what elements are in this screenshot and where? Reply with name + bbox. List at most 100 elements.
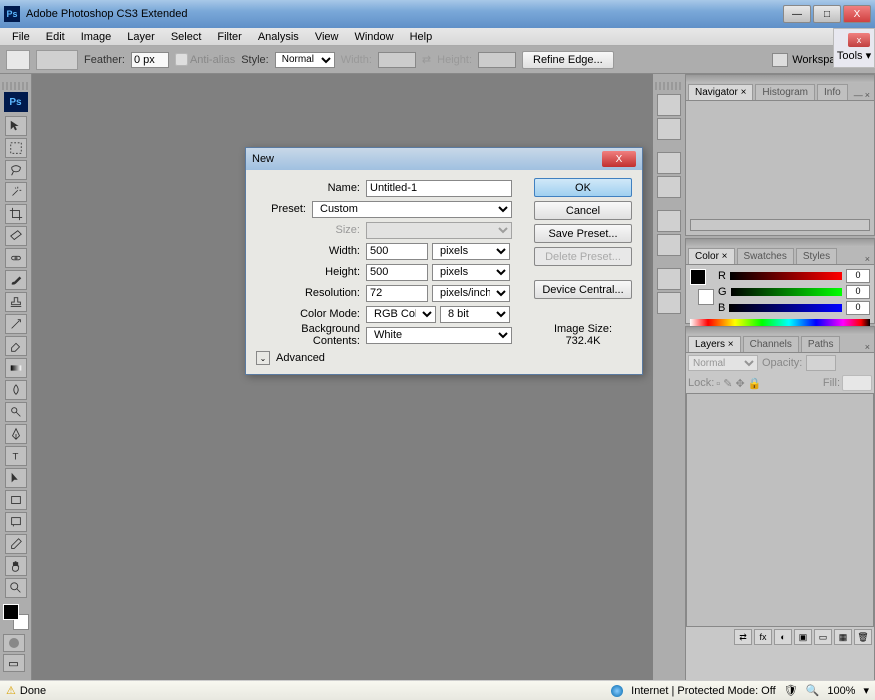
link-layers-icon[interactable]: ⇄ — [734, 629, 752, 645]
healing-tool[interactable] — [5, 248, 27, 268]
move-tool[interactable] — [5, 116, 27, 136]
fill-input[interactable] — [842, 375, 872, 391]
stamp-tool[interactable] — [5, 292, 27, 312]
r-slider[interactable] — [730, 272, 842, 280]
advanced-toggle[interactable]: ⌄ Advanced — [256, 351, 526, 365]
selection-mode-buttons[interactable] — [36, 50, 78, 70]
dock-icon-1[interactable] — [657, 94, 681, 116]
maximize-button[interactable]: □ — [813, 5, 841, 23]
zoom-tool[interactable] — [5, 578, 27, 598]
dock-grip[interactable] — [655, 82, 683, 90]
panel-grip[interactable] — [686, 239, 874, 247]
fx-icon[interactable]: fx — [754, 629, 772, 645]
panel-minimize-icon[interactable]: — — [854, 90, 863, 100]
blur-tool[interactable] — [5, 380, 27, 400]
foreground-color[interactable] — [3, 604, 19, 620]
marquee-tool[interactable] — [5, 138, 27, 158]
tab-styles[interactable]: Styles — [796, 248, 837, 264]
browser-tools-dropdown[interactable]: x Tools ▾ — [833, 28, 875, 68]
menu-image[interactable]: Image — [73, 30, 120, 44]
dock-icon-3[interactable] — [657, 152, 681, 174]
close-button[interactable]: X — [843, 5, 871, 23]
panel-close-icon[interactable]: × — [865, 254, 870, 264]
shape-tool[interactable] — [5, 490, 27, 510]
color-panel-swatches[interactable] — [690, 269, 714, 305]
tab-navigator[interactable]: Navigator × — [688, 84, 753, 100]
tab-histogram[interactable]: Histogram — [755, 84, 815, 100]
color-mode-select[interactable]: RGB Color — [366, 306, 436, 323]
height-unit-select[interactable]: pixels — [432, 264, 510, 281]
zoom-icon[interactable]: 🔍 — [806, 684, 820, 697]
feather-input[interactable] — [131, 52, 169, 68]
group-icon[interactable]: ▭ — [814, 629, 832, 645]
resolution-input[interactable] — [366, 285, 428, 302]
dialog-close-button[interactable]: X — [602, 151, 636, 167]
zoom-slider[interactable] — [690, 219, 870, 231]
new-layer-icon[interactable]: ▦ — [834, 629, 852, 645]
save-preset-button[interactable]: Save Preset... — [534, 224, 632, 243]
antialias-checkbox[interactable]: Anti-alias — [175, 53, 235, 66]
trash-icon[interactable]: 🗑 — [854, 629, 872, 645]
tab-swatches[interactable]: Swatches — [737, 248, 794, 264]
tab-channels[interactable]: Channels — [743, 336, 799, 352]
tab-paths[interactable]: Paths — [801, 336, 841, 352]
bit-depth-select[interactable]: 8 bit — [440, 306, 510, 323]
bg-contents-select[interactable]: White — [366, 327, 512, 344]
pen-tool[interactable] — [5, 424, 27, 444]
opacity-input[interactable] — [806, 355, 836, 371]
height-input[interactable] — [366, 264, 428, 281]
path-select-tool[interactable] — [5, 468, 27, 488]
browser-close-icon[interactable]: x — [848, 33, 870, 47]
eyedropper-tool[interactable] — [5, 534, 27, 554]
width-unit-select[interactable]: pixels — [432, 243, 510, 260]
ok-button[interactable]: OK — [534, 178, 632, 197]
tab-info[interactable]: Info — [817, 84, 848, 100]
dialog-titlebar[interactable]: New X — [246, 148, 642, 170]
screen-mode-button[interactable]: ▭ — [3, 654, 25, 672]
name-input[interactable] — [366, 180, 512, 197]
menu-view[interactable]: View — [307, 30, 347, 44]
toolbox-grip[interactable] — [2, 82, 30, 90]
dock-icon-6[interactable] — [657, 234, 681, 256]
gradient-tool[interactable] — [5, 358, 27, 378]
minimize-button[interactable]: — — [783, 5, 811, 23]
b-value[interactable]: 0 — [846, 301, 870, 315]
dock-icon-2[interactable] — [657, 118, 681, 140]
r-value[interactable]: 0 — [846, 269, 870, 283]
current-tool-icon[interactable] — [6, 50, 30, 70]
brush-tool[interactable] — [5, 270, 27, 290]
panel-close-icon[interactable]: × — [865, 90, 870, 100]
dock-icon-5[interactable] — [657, 210, 681, 232]
menu-file[interactable]: File — [4, 30, 38, 44]
menu-filter[interactable]: Filter — [209, 30, 249, 44]
refine-edge-button[interactable]: Refine Edge... — [522, 51, 614, 69]
quick-mask-button[interactable] — [3, 634, 25, 652]
layers-list[interactable] — [686, 393, 874, 627]
mask-icon[interactable]: ◐ — [774, 629, 792, 645]
wand-tool[interactable] — [5, 182, 27, 202]
eraser-tool[interactable] — [5, 336, 27, 356]
panel-grip[interactable] — [686, 327, 874, 335]
menu-layer[interactable]: Layer — [119, 30, 163, 44]
device-central-button[interactable]: Device Central... — [534, 280, 632, 299]
lasso-tool[interactable] — [5, 160, 27, 180]
notes-tool[interactable] — [5, 512, 27, 532]
b-slider[interactable] — [729, 304, 842, 312]
history-brush-tool[interactable] — [5, 314, 27, 334]
tab-layers[interactable]: Layers × — [688, 336, 741, 352]
adjustment-icon[interactable]: ▣ — [794, 629, 812, 645]
panel-close-icon[interactable]: × — [865, 342, 870, 352]
color-swatches[interactable] — [3, 604, 29, 630]
type-tool[interactable]: T — [5, 446, 27, 466]
navigator-body[interactable] — [686, 101, 874, 235]
style-select[interactable]: Normal — [275, 52, 335, 68]
hand-tool[interactable] — [5, 556, 27, 576]
zoom-level[interactable]: 100% — [827, 685, 855, 697]
cancel-button[interactable]: Cancel — [534, 201, 632, 220]
menu-window[interactable]: Window — [346, 30, 401, 44]
menu-help[interactable]: Help — [402, 30, 441, 44]
g-value[interactable]: 0 — [846, 285, 870, 299]
menu-analysis[interactable]: Analysis — [250, 30, 307, 44]
menu-select[interactable]: Select — [163, 30, 210, 44]
dock-icon-8[interactable] — [657, 292, 681, 314]
